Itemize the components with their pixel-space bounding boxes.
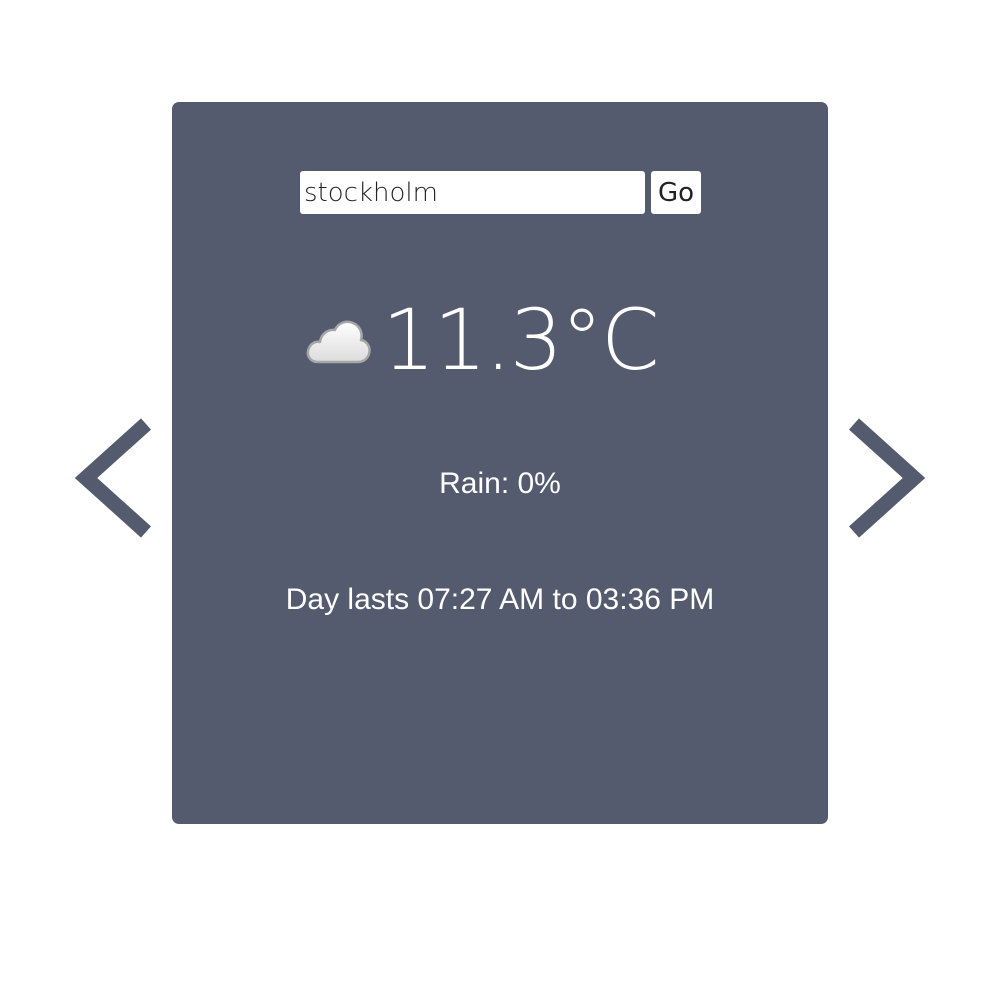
current-conditions: 11.3°C bbox=[304, 290, 660, 390]
chevron-right-icon bbox=[848, 418, 926, 538]
previous-button[interactable] bbox=[70, 418, 154, 542]
city-search-input[interactable] bbox=[300, 171, 645, 214]
search-bar: Go bbox=[300, 171, 701, 214]
next-button[interactable] bbox=[846, 418, 930, 542]
temperature-value: 11.3°C bbox=[382, 291, 660, 389]
chevron-left-icon bbox=[74, 418, 152, 538]
daylight-hours: Day lasts 07:27 AM to 03:36 PM bbox=[285, 583, 715, 616]
rain-chance: Rain: 0% bbox=[439, 467, 561, 500]
go-button[interactable]: Go bbox=[651, 171, 701, 214]
weather-card: Go 11.3°C Rain: 0% Day lasts 07:27 AM to… bbox=[172, 102, 828, 824]
cloud-icon bbox=[306, 320, 371, 364]
page: Go 11.3°C Rain: 0% Day lasts 07:27 AM to… bbox=[0, 0, 1000, 1000]
